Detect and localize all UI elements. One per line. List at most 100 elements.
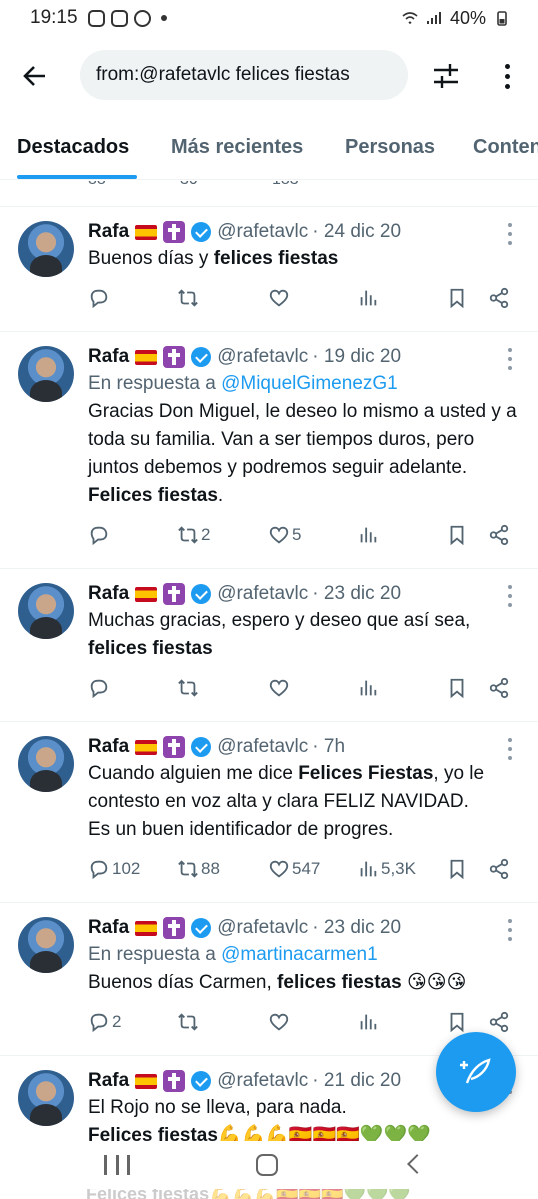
retweet-button[interactable]: 2 — [177, 524, 210, 546]
bookmark-icon — [450, 859, 464, 880]
tweet-date: · 7h — [312, 736, 346, 757]
like-button[interactable]: 547 — [268, 858, 320, 880]
share-button[interactable] — [488, 1011, 510, 1033]
tweet-more-icon[interactable] — [508, 348, 514, 370]
author-handle[interactable]: @rafetavlc — [217, 915, 308, 941]
like-button[interactable] — [268, 677, 292, 699]
tweet-more-icon[interactable] — [508, 585, 514, 607]
author-handle[interactable]: @rafetavlc — [217, 344, 308, 370]
tab-contenido[interactable]: Conten — [473, 136, 538, 159]
like-button[interactable]: 5 — [268, 524, 301, 546]
views-button[interactable] — [357, 287, 381, 309]
tab-destacados[interactable]: Destacados — [17, 136, 129, 159]
spain-flag-icon — [135, 586, 158, 602]
home-button[interactable] — [256, 1154, 278, 1176]
author-name[interactable]: Rafa — [88, 344, 129, 370]
reply-count[interactable]: 88 — [88, 181, 106, 189]
search-tabs: Destacados Más recientes Personas Conten — [0, 120, 538, 180]
reply-icon — [90, 1013, 108, 1033]
compose-button[interactable] — [436, 1032, 516, 1112]
retweet-button[interactable] — [177, 287, 201, 309]
wifi-icon — [402, 12, 418, 25]
share-button[interactable] — [488, 287, 510, 309]
more-options-button[interactable] — [492, 58, 522, 94]
views-button[interactable] — [357, 677, 381, 699]
bookmark-button[interactable] — [446, 287, 468, 309]
like-button[interactable] — [268, 1011, 292, 1033]
back-button[interactable] — [0, 44, 70, 108]
tweet[interactable]: Rafa @rafetavlc · 24 dic 20 Buenos días y f… — [0, 207, 538, 332]
avatar[interactable] — [18, 221, 74, 277]
avatar[interactable] — [18, 736, 74, 792]
author-name[interactable]: Rafa — [88, 1068, 129, 1094]
retweet-icon — [178, 679, 198, 697]
tweet[interactable]: Rafa @rafetavlc · 7h Cuando alguien me dice… — [0, 722, 538, 903]
reply-button[interactable] — [88, 677, 112, 699]
reply-button[interactable] — [88, 524, 112, 546]
search-filter-button[interactable] — [428, 58, 464, 94]
mention-link[interactable]: @martinacarmen1 — [221, 944, 378, 965]
tweet[interactable]: Rafa @rafetavlc · 23 dic 20 Muchas gracias,… — [0, 569, 538, 722]
author-handle[interactable]: @rafetavlc — [217, 581, 308, 607]
bookmark-button[interactable] — [446, 1011, 468, 1033]
system-back-button[interactable] — [407, 1154, 427, 1174]
like-button[interactable] — [268, 287, 292, 309]
avatar[interactable] — [18, 346, 74, 402]
bookmark-button[interactable] — [446, 677, 468, 699]
search-results-feed[interactable]: 88 30 183 Rafa@rafetavlc· 24 dic 20Bueno… — [0, 181, 538, 1141]
views-button[interactable]: 5,3K — [357, 858, 416, 880]
author-handle[interactable]: @rafetavlc — [217, 219, 308, 245]
mention-link[interactable]: @MiquelGimenezG1 — [221, 373, 398, 394]
author-handle[interactable]: @rafetavlc — [217, 734, 308, 760]
like-icon — [269, 1013, 289, 1031]
tweet[interactable]: Rafa @rafetavlc · 19 dic 20 En respuesta a … — [0, 332, 538, 569]
retweet-count[interactable]: 30 — [180, 181, 198, 189]
compose-icon — [460, 1058, 491, 1084]
share-button[interactable] — [488, 858, 510, 880]
tweet-text-plain: Cuando alguien me dice — [88, 763, 299, 784]
like-count: 547 — [292, 859, 321, 878]
tweet-more-icon[interactable] — [508, 223, 514, 245]
author-name[interactable]: Rafa — [88, 219, 129, 245]
reply-button[interactable]: 2 — [88, 1011, 121, 1033]
tweet-text: Cuando alguien me dice Felices Fiestas, … — [88, 760, 522, 844]
views-count: 5,3K — [381, 859, 416, 878]
share-button[interactable] — [488, 677, 510, 699]
retweet-count: 88 — [201, 859, 220, 878]
reply-context: En respuesta a @MiquelGimenezG1 — [88, 370, 522, 398]
search-input[interactable]: from:@rafetavlc felices fiestas — [80, 50, 408, 100]
bookmark-icon — [450, 1012, 464, 1033]
system-icons: 40% — [402, 8, 510, 29]
retweet-button[interactable] — [177, 1011, 201, 1033]
author-name[interactable]: Rafa — [88, 734, 129, 760]
tweet-text-plain: Muchas gracias, espero y deseo que así s… — [88, 610, 471, 631]
share-button[interactable] — [488, 524, 510, 546]
instagram-icon — [110, 9, 128, 27]
tab-mas-recientes[interactable]: Más recientes — [171, 136, 303, 159]
author-handle[interactable]: @rafetavlc — [217, 1068, 308, 1094]
author-name[interactable]: Rafa — [88, 581, 129, 607]
tweet[interactable]: Rafa @rafetavlc · 23 dic 20 En respuesta a … — [0, 903, 538, 1056]
like-count[interactable]: 183 — [272, 181, 299, 189]
bookmark-button[interactable] — [446, 524, 468, 546]
tweet-text: Buenos días y felices fiestas — [88, 245, 522, 273]
avatar[interactable] — [18, 917, 74, 973]
tab-personas[interactable]: Personas — [345, 136, 435, 159]
retweet-button[interactable] — [177, 677, 201, 699]
tweet-text-highlight: felices fiestas — [277, 972, 402, 993]
tweet-more-icon[interactable] — [508, 738, 514, 760]
author-name[interactable]: Rafa — [88, 915, 129, 941]
tweet-text-plain: Gracias Don Miguel, le deseo lo mismo a … — [88, 401, 517, 478]
recents-button[interactable] — [104, 1155, 130, 1175]
avatar[interactable] — [18, 1070, 74, 1126]
avatar[interactable] — [18, 583, 74, 639]
retweet-button[interactable]: 88 — [177, 858, 220, 880]
reply-button[interactable]: 102 — [88, 858, 140, 880]
views-button[interactable] — [357, 1011, 381, 1033]
retweet-icon — [178, 1013, 198, 1031]
reply-button[interactable] — [88, 287, 112, 309]
verified-badge-icon — [191, 1071, 212, 1091]
tweet-more-icon[interactable] — [508, 919, 514, 941]
views-button[interactable] — [357, 524, 381, 546]
bookmark-button[interactable] — [446, 858, 468, 880]
